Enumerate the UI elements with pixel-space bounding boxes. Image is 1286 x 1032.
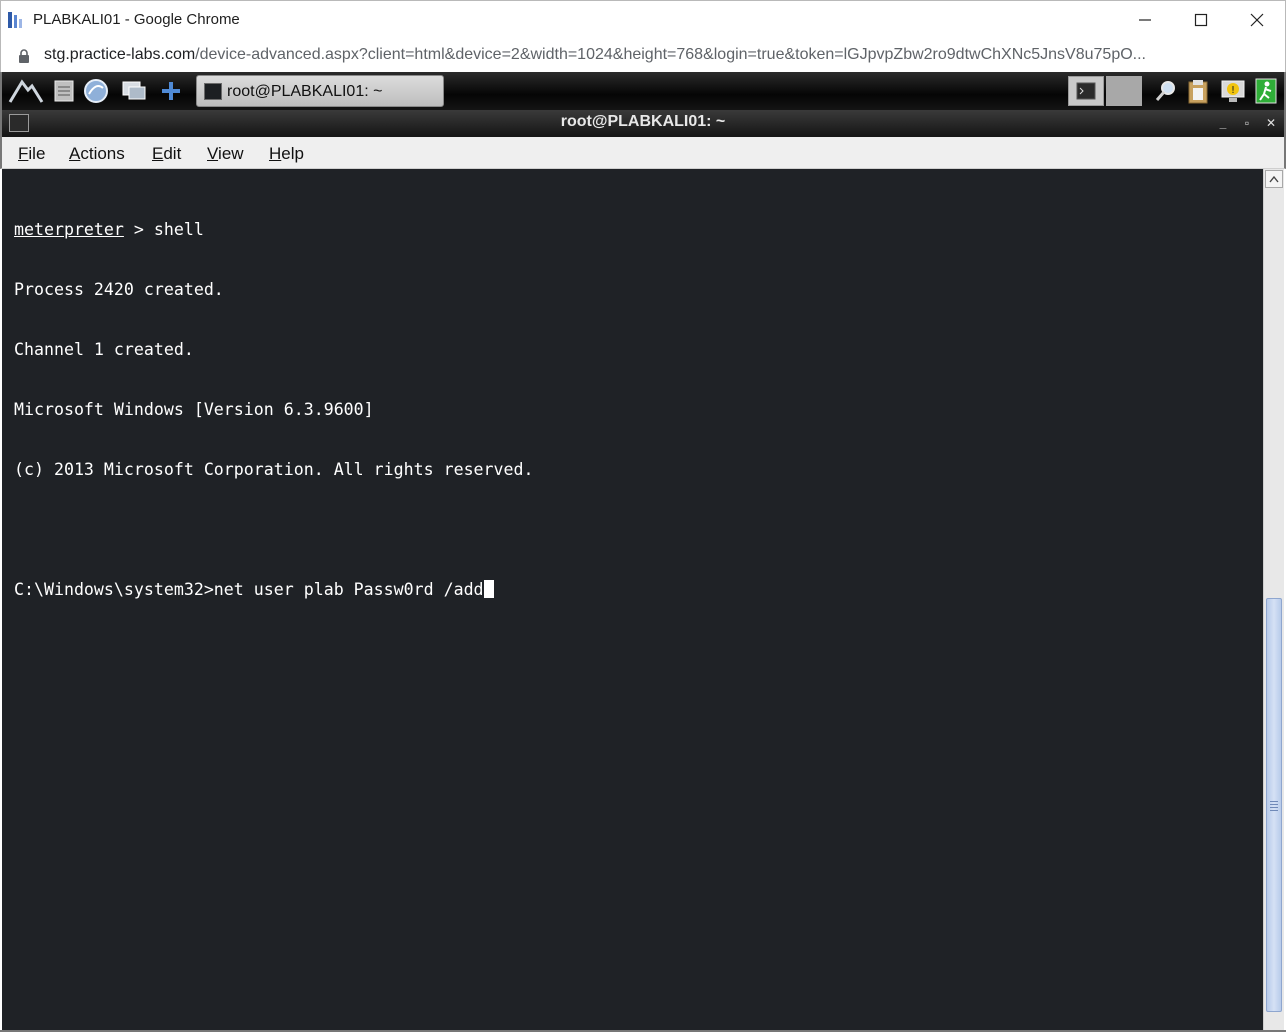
terminal-window-title-bar[interactable]: root@PLABKALI01: ~ _ ▫ ✕ (0, 110, 1286, 137)
logout-tray-button[interactable] (1252, 76, 1280, 106)
terminal-text: meterpreter > shell Process 2420 created… (14, 180, 534, 640)
url-path: /device-advanced.aspx?client=html&device… (195, 46, 1146, 63)
scroll-grip-icon (1270, 801, 1278, 813)
terminal-output-line: Channel 1 created. (14, 340, 194, 359)
practice-labs-favicon-icon (8, 12, 22, 28)
browser-title-bar: PLABKALI01 - Google Chrome (0, 0, 1286, 40)
text-cursor (483, 580, 494, 598)
search-tray-button[interactable] (1152, 76, 1180, 106)
taskbar-terminal-button[interactable]: root@PLABKALI01: ~ (196, 75, 444, 107)
menu-file-label: ile (28, 144, 46, 163)
terminal-maximize-button[interactable]: ▫ (1238, 114, 1256, 132)
menu-file[interactable]: File (18, 144, 45, 164)
browser-button[interactable] (82, 77, 110, 105)
menu-actions-mnemonic: A (69, 144, 81, 163)
menu-help-label: elp (281, 144, 304, 163)
show-desktop-icon (122, 81, 146, 100)
current-command: C:\Windows\system32>net user plab Passw0… (14, 580, 484, 599)
menu-file-mnemonic: F (18, 144, 29, 163)
chevron-up-icon (1269, 175, 1279, 183)
terminal-icon (204, 83, 222, 100)
menu-view[interactable]: View (207, 144, 244, 164)
alert-tray-icon: ! (1221, 80, 1245, 102)
menu-view-label: iew (218, 144, 244, 163)
address-bar[interactable]: stg.practice-labs.com/device-advanced.as… (0, 40, 1286, 72)
clipboard-tray-button[interactable] (1184, 76, 1212, 106)
add-launcher-button[interactable] (157, 77, 185, 105)
menu-view-mnemonic: V (207, 144, 219, 163)
alert-tray-button[interactable]: ! (1218, 76, 1248, 106)
lock-icon (19, 49, 29, 63)
menu-actions-label: ctions (80, 144, 125, 163)
meterpreter-prompt: meterpreter (14, 220, 124, 239)
terminal-tray-icon (1076, 82, 1096, 100)
maximize-icon (1194, 13, 1208, 27)
menu-actions[interactable]: Actions (69, 144, 125, 164)
terminal-menu-bar: File Actions Edit View Help (0, 137, 1286, 169)
terminal-prompt-line: meterpreter > shell (14, 220, 534, 240)
minimize-icon (1139, 19, 1151, 21)
file-manager-icon (54, 80, 74, 102)
url-text[interactable]: stg.practice-labs.com/device-advanced.as… (44, 46, 1269, 64)
menu-edit-mnemonic: E (152, 144, 164, 163)
show-desktop-button[interactable] (120, 77, 148, 105)
menu-edit-label: dit (163, 144, 182, 163)
terminal-output-line: (c) 2013 Microsoft Corporation. All righ… (14, 460, 534, 479)
close-icon (1250, 13, 1264, 27)
url-host: stg.practice-labs.com (44, 46, 196, 63)
maximize-button[interactable] (1173, 1, 1229, 39)
minimize-button[interactable] (1117, 1, 1173, 39)
terminal-input-line[interactable]: C:\Windows\system32>net user plab Passw0… (14, 580, 534, 600)
terminal-close-button[interactable]: ✕ (1262, 114, 1280, 132)
clipboard-tray-icon (1188, 80, 1208, 104)
terminal-tray-button[interactable] (1068, 76, 1104, 106)
meterpreter-command: > shell (123, 220, 204, 239)
menu-help-mnemonic: H (269, 144, 282, 163)
kali-menu-icon (8, 79, 44, 103)
close-button[interactable] (1229, 1, 1285, 39)
empty-workspace-slot[interactable] (1106, 76, 1142, 106)
menu-help[interactable]: Help (269, 144, 304, 164)
taskbar-terminal-label: root@PLABKALI01: ~ (227, 83, 383, 100)
kali-menu-button[interactable] (8, 77, 44, 105)
search-tray-icon (1155, 81, 1175, 101)
logout-tray-icon (1255, 78, 1277, 104)
browser-window-title: PLABKALI01 - Google Chrome (33, 11, 240, 28)
add-icon (162, 82, 180, 100)
menu-edit[interactable]: Edit (152, 144, 181, 164)
terminal-output-line: Microsoft Windows [Version 6.3.9600] (14, 400, 374, 419)
browser-icon (84, 79, 108, 103)
scroll-up-button[interactable] (1265, 170, 1283, 188)
svg-text:!: ! (1231, 85, 1235, 96)
terminal-scrollbar[interactable] (1263, 169, 1284, 1030)
terminal-minimize-button[interactable]: _ (1214, 114, 1232, 132)
scroll-thumb[interactable] (1266, 598, 1282, 1012)
terminal-output-area[interactable]: meterpreter > shell Process 2420 created… (2, 169, 1263, 1030)
terminal-output-line: Process 2420 created. (14, 280, 224, 299)
file-manager-button[interactable] (50, 77, 78, 105)
terminal-window-title: root@PLABKALI01: ~ (560, 113, 726, 130)
desktop-top-panel: root@PLABKALI01: ~ ! (0, 72, 1286, 110)
